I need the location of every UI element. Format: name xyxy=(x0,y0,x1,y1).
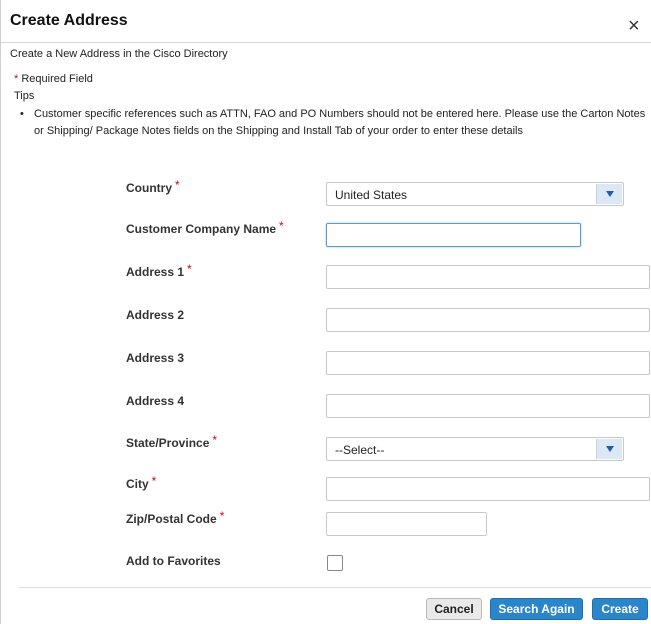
dialog-title: Create Address xyxy=(10,12,128,29)
address3-input[interactable] xyxy=(326,351,650,375)
required-field-text: Required Field xyxy=(21,73,93,85)
zip-label-text: Zip/Postal Code xyxy=(126,512,217,526)
zip-label: Zip/Postal Code * xyxy=(126,509,225,526)
footer-divider xyxy=(19,587,651,588)
required-star: * xyxy=(212,433,218,447)
address1-label-text: Address 1 xyxy=(126,265,185,279)
tip-item: • Customer specific references such as A… xyxy=(20,106,650,140)
create-button[interactable]: Create xyxy=(592,598,648,620)
chevron-down-icon[interactable] xyxy=(596,184,622,204)
city-label: City * xyxy=(126,474,157,491)
address4-label: Address 4 xyxy=(126,394,185,408)
state-select[interactable]: --Select-- xyxy=(326,437,624,461)
search-again-button[interactable]: Search Again xyxy=(490,598,583,620)
favorites-checkbox[interactable] xyxy=(327,555,343,571)
company-name-input[interactable] xyxy=(326,223,581,247)
dialog-subtitle: Create a New Address in the Cisco Direct… xyxy=(10,48,228,60)
country-label-text: Country xyxy=(126,181,172,195)
tip-text: Customer specific references such as ATT… xyxy=(34,108,646,137)
required-star: * xyxy=(187,262,192,276)
address1-input[interactable] xyxy=(326,265,650,289)
required-star: * xyxy=(14,73,19,85)
chevron-down-icon[interactable] xyxy=(596,439,622,459)
address4-input[interactable] xyxy=(326,394,650,418)
cancel-button[interactable]: Cancel xyxy=(426,598,482,620)
create-address-dialog: Create Address × Create a New Address in… xyxy=(0,0,651,624)
address1-label: Address 1 * xyxy=(126,262,192,279)
tips-heading: Tips xyxy=(14,90,35,102)
state-label-text: State/Province xyxy=(126,436,210,450)
required-star: * xyxy=(279,219,284,233)
state-select-value: --Select-- xyxy=(335,443,385,457)
address3-label: Address 3 xyxy=(126,351,185,365)
city-label-text: City xyxy=(126,477,149,491)
bullet-icon: • xyxy=(20,108,24,120)
dialog-titlebar: Create Address × xyxy=(1,0,651,43)
country-label: Country * xyxy=(126,178,180,195)
close-icon[interactable]: × xyxy=(628,16,640,36)
company-name-label-text: Customer Company Name xyxy=(126,222,277,236)
required-star: * xyxy=(175,178,180,192)
company-name-label: Customer Company Name * xyxy=(126,219,284,236)
required-star: * xyxy=(151,474,157,488)
city-input[interactable] xyxy=(326,477,650,501)
required-field-note: * Required Field xyxy=(14,73,93,85)
country-select-value: United States xyxy=(335,188,408,202)
country-select[interactable]: United States xyxy=(326,182,624,206)
state-label: State/Province * xyxy=(126,433,218,450)
required-star: * xyxy=(219,509,225,523)
zip-input[interactable] xyxy=(326,512,487,536)
address2-label: Address 2 xyxy=(126,308,185,322)
favorites-label: Add to Favorites xyxy=(126,554,221,568)
address2-input[interactable] xyxy=(326,308,650,332)
